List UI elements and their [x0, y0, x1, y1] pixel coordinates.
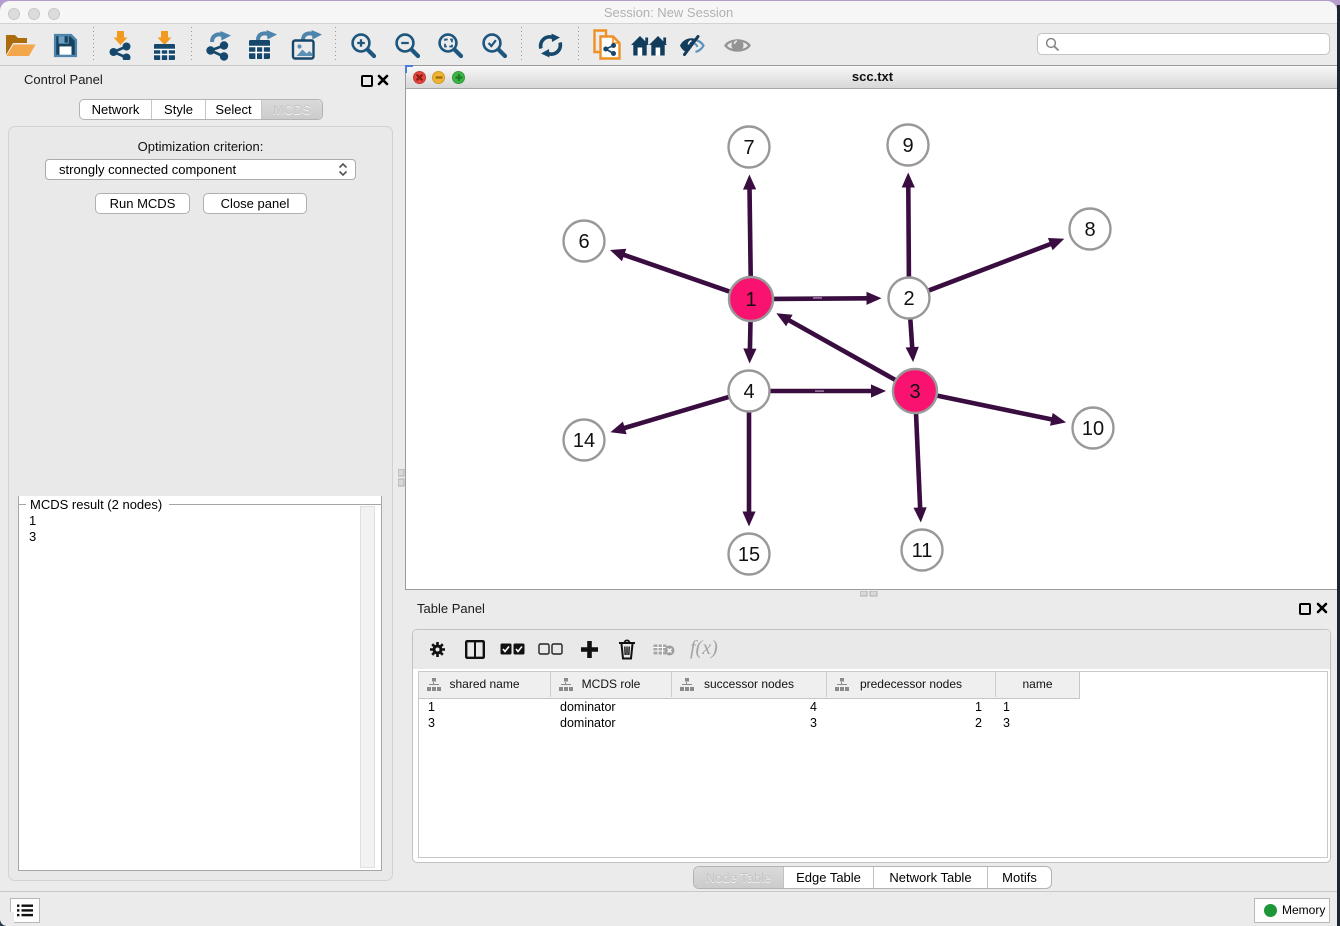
svg-text:10: 10 — [1082, 418, 1104, 440]
svg-text:1: 1 — [745, 289, 756, 311]
svg-text:3: 3 — [909, 381, 920, 403]
svg-text:15: 15 — [738, 544, 760, 566]
svg-text:9: 9 — [902, 135, 913, 157]
svg-text:7: 7 — [743, 137, 754, 159]
svg-text:8: 8 — [1084, 219, 1095, 241]
svg-text:4: 4 — [743, 381, 754, 403]
svg-text:14: 14 — [573, 430, 595, 452]
svg-text:11: 11 — [912, 540, 933, 562]
svg-text:2: 2 — [903, 288, 914, 310]
svg-text:6: 6 — [578, 231, 589, 253]
